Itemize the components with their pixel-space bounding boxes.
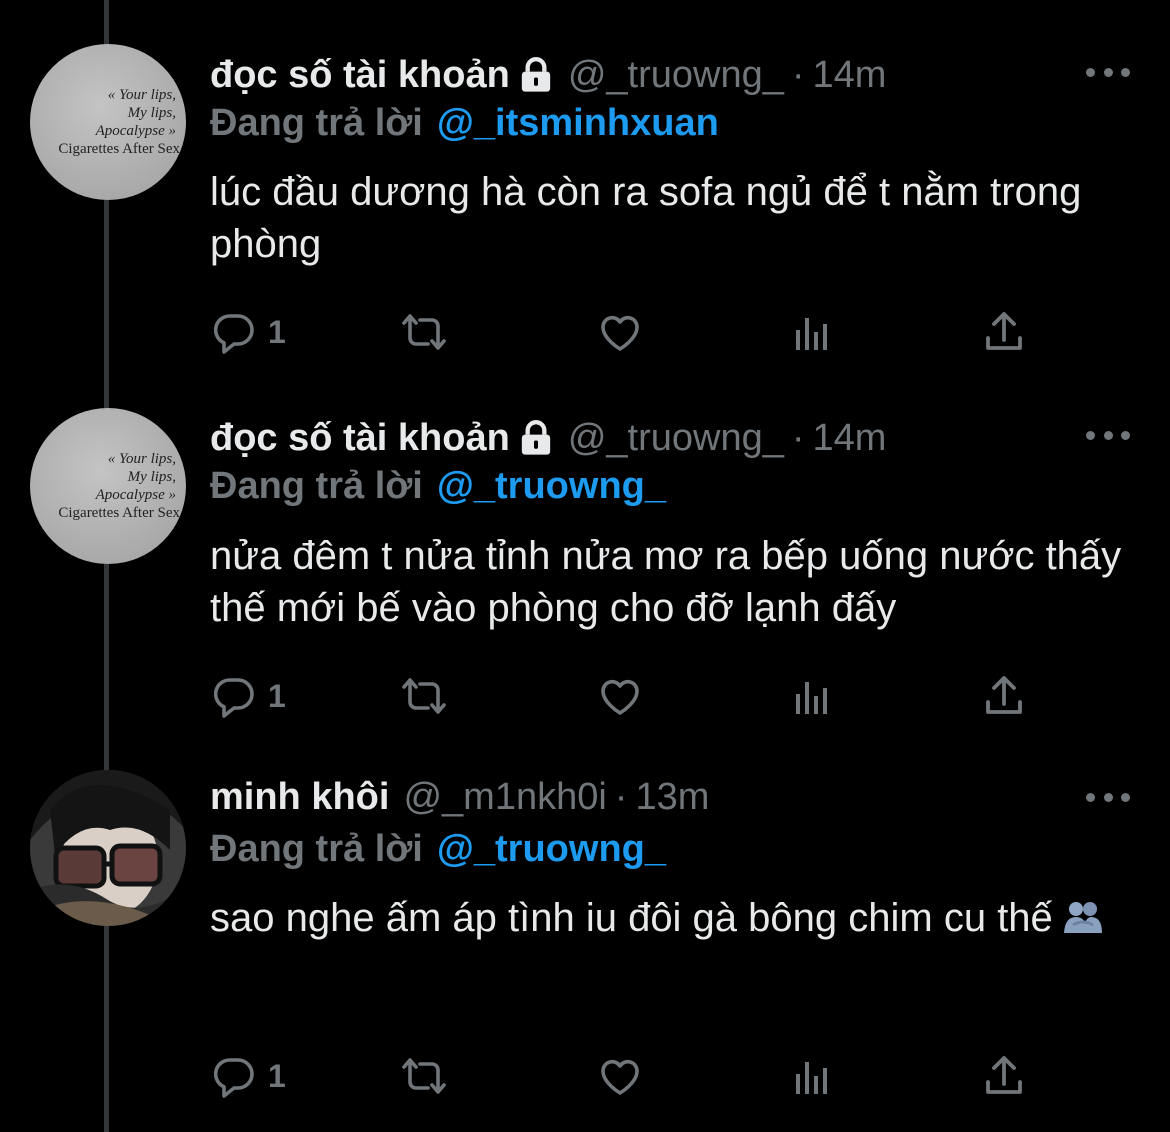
display-name[interactable]: minh khôi <box>210 776 389 819</box>
views-icon <box>796 682 827 714</box>
reply-count: 1 <box>268 313 286 350</box>
avatar[interactable]: « Your lips, My lips, Apocalypse » Cigar… <box>30 44 186 200</box>
lock-icon <box>521 420 550 455</box>
mention-link[interactable]: @_itsminhxuan <box>437 102 719 145</box>
timestamp[interactable]: 14m <box>813 54 887 97</box>
replying-prefix: Đang trả lời <box>210 464 423 507</box>
views-button[interactable] <box>788 1050 836 1102</box>
avatar-quote-line: My lips, <box>127 105 176 121</box>
reply-count: 1 <box>268 1057 286 1094</box>
retweet-button[interactable] <box>400 306 448 358</box>
replying-to: Đang trả lời @_truowng_ <box>210 462 666 510</box>
avatar[interactable]: « Your lips, My lips, Apocalypse » Cigar… <box>30 408 186 564</box>
retweet-icon <box>402 1058 446 1094</box>
tweet[interactable]: « Your lips, My lips, Apocalypse » Cigar… <box>0 0 1170 370</box>
like-icon <box>601 679 639 715</box>
share-button[interactable] <box>980 670 1028 722</box>
views-button[interactable] <box>788 670 836 722</box>
avatar-quote-line: Apocalypse » <box>95 487 176 503</box>
tweet[interactable]: « Your lips, My lips, Apocalypse » Cigar… <box>0 370 1170 740</box>
replying-prefix: Đang trả lời <box>210 827 423 870</box>
like-icon <box>601 315 639 351</box>
replying-prefix: Đang trả lời <box>210 101 423 144</box>
share-button[interactable] <box>980 1050 1028 1102</box>
lock-icon <box>521 57 550 92</box>
separator-dot: · <box>791 53 805 96</box>
action-bar: 1 <box>210 670 1040 722</box>
views-button[interactable] <box>788 306 836 358</box>
retweet-icon <box>402 678 446 714</box>
tweet-text: sao nghe ấm áp tình iu đôi gà bông chim … <box>210 896 1053 940</box>
display-name[interactable]: đọc số tài khoản <box>210 417 510 460</box>
retweet-button[interactable] <box>400 1050 448 1102</box>
share-button[interactable] <box>980 306 1028 358</box>
replying-to: Đang trả lời @_itsminhxuan <box>210 99 719 147</box>
reply-button[interactable]: 1 <box>210 1050 286 1102</box>
timestamp[interactable]: 14m <box>813 417 887 460</box>
display-name[interactable]: đọc số tài khoản <box>210 54 510 97</box>
share-icon <box>986 312 1022 350</box>
timestamp[interactable]: 13m <box>635 776 709 819</box>
tweet-text: lúc đầu dương hà còn ra sofa ngủ để t nằ… <box>210 170 1082 266</box>
share-icon <box>986 676 1022 714</box>
tweet-header: đọc số tài khoản @_truowng_ · 14m <box>210 413 886 463</box>
avatar-quote-line: Cigarettes After Sex <box>58 505 180 521</box>
more-icon[interactable] <box>1086 787 1130 807</box>
handle[interactable]: @_m1nkh0i <box>403 776 606 819</box>
more-icon[interactable] <box>1086 62 1130 82</box>
tweet-text: nửa đêm t nửa tỉnh nửa mơ ra bếp uống nư… <box>210 534 1122 630</box>
retweet-button[interactable] <box>400 670 448 722</box>
avatar-quote-line: Apocalypse » <box>95 123 176 139</box>
avatar-quote-line: Cigarettes After Sex <box>58 141 180 157</box>
handle[interactable]: @_truowng_ <box>568 54 784 97</box>
views-icon <box>796 318 827 350</box>
reply-button[interactable]: 1 <box>210 670 286 722</box>
like-button[interactable] <box>596 306 644 358</box>
reply-icon <box>213 678 254 718</box>
handle[interactable]: @_truowng_ <box>568 417 784 460</box>
people-hugging-icon <box>1063 902 1102 933</box>
reply-button[interactable]: 1 <box>210 306 286 358</box>
replying-to: Đang trả lời @_truowng_ <box>210 825 666 873</box>
avatar[interactable] <box>30 770 186 926</box>
like-button[interactable] <box>596 1050 644 1102</box>
views-icon <box>796 1062 827 1094</box>
reply-icon <box>213 1058 254 1098</box>
avatar-quote-line: My lips, <box>127 469 176 485</box>
retweet-icon <box>402 314 446 350</box>
tweet-header: minh khôi @_m1nkh0i · 13m <box>210 772 709 822</box>
more-icon[interactable] <box>1086 425 1130 445</box>
action-bar: 1 <box>210 1050 1040 1102</box>
share-icon <box>986 1056 1022 1094</box>
separator-dot: · <box>791 416 805 459</box>
avatar-quote-line: « Your lips, <box>107 451 176 467</box>
mention-link[interactable]: @_truowng_ <box>437 465 666 508</box>
tweet-body: sao nghe ấm áp tình iu đôi gà bông chim … <box>210 892 1140 944</box>
reply-icon <box>213 314 254 354</box>
avatar-quote-line: « Your lips, <box>107 87 176 103</box>
like-icon <box>601 1059 639 1095</box>
reply-count: 1 <box>268 677 286 714</box>
avatar-photo <box>30 770 186 926</box>
tweet[interactable]: minh khôi @_m1nkh0i · 13m Đang trả lời @… <box>0 740 1170 1132</box>
tweet-header: đọc số tài khoản @_truowng_ · 14m <box>210 50 886 100</box>
action-bar: 1 <box>210 306 1040 358</box>
like-button[interactable] <box>596 670 644 722</box>
separator-dot: · <box>614 775 628 818</box>
mention-link[interactable]: @_truowng_ <box>437 828 666 871</box>
